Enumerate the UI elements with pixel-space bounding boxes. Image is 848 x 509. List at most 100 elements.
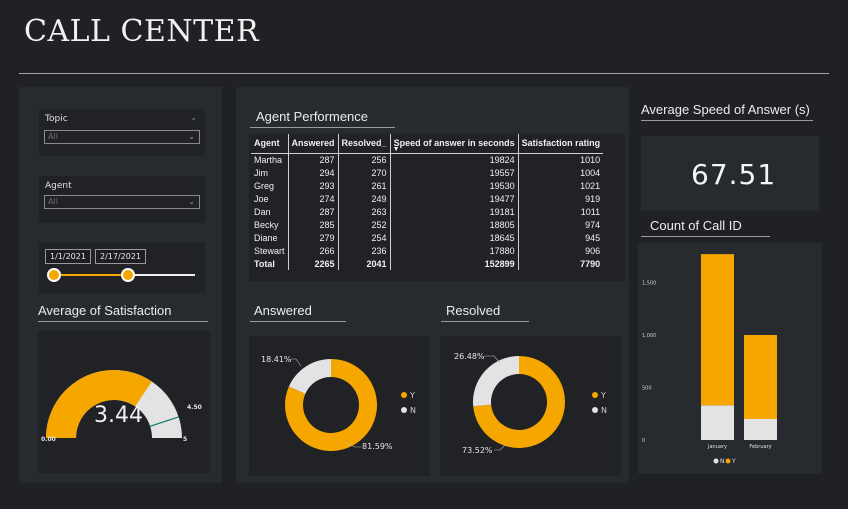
chevron-down-icon: ⌄ <box>188 197 195 206</box>
table-cell: Jim <box>251 166 289 179</box>
table-cell: 252 <box>338 218 391 231</box>
table-total-cell: 152899 <box>390 257 519 270</box>
table-cell: 270 <box>338 166 391 179</box>
x-tick-label: January <box>707 444 727 450</box>
table-cell: 19824 <box>390 153 519 166</box>
agent-slicer: Agent All ⌄ <box>39 176 205 223</box>
date-slider-fill <box>53 274 129 276</box>
table-cell: 1011 <box>580 206 601 217</box>
table-cell: 1021 <box>580 180 601 191</box>
table-cell: 19181 <box>390 205 519 218</box>
call-count-bar-chart: 0 500 1,000 1,500 January February N Y <box>642 254 777 465</box>
y-tick-label: 1,000 <box>642 333 656 339</box>
gauge-max-label: 5 <box>183 436 188 443</box>
table-cell: 287 <box>288 205 339 218</box>
table-cell: 279 <box>288 231 339 244</box>
column-header-speed-label: Speed of answer in seconds <box>393 138 515 148</box>
topic-slicer: Topic ⌄ All ⌄ <box>39 109 205 156</box>
column-header-answered[interactable]: Answered <box>288 134 339 154</box>
agent-dropdown[interactable]: All ⌄ <box>44 195 200 209</box>
resolved-legend-y-label: Y <box>601 391 606 400</box>
table-cell: 18805 <box>390 218 519 231</box>
answered-donut-n-slice[interactable] <box>288 359 331 394</box>
bar-y-january[interactable] <box>701 254 734 406</box>
column-header-speed[interactable]: Speed of answer in seconds ▼ <box>390 134 519 154</box>
sort-descending-icon[interactable]: ▼ <box>393 146 400 153</box>
table-cell: 256 <box>338 153 391 166</box>
table-total-cell: Total <box>251 257 289 270</box>
legend-n-dot[interactable] <box>713 458 719 464</box>
table-cell: Stewart <box>251 244 289 257</box>
table-cell: 263 <box>338 205 391 218</box>
topic-dropdown[interactable]: All ⌄ <box>44 130 200 144</box>
agent-performance-card: Agent Answered Resolved_ Speed of answer… <box>249 134 625 281</box>
satisfaction-card: 3.44 0.00 5 4.50 <box>38 331 210 473</box>
table-total-cell: 7790 <box>580 258 601 269</box>
speed-card: 67.51 <box>641 136 819 211</box>
table-cell: 17880 <box>390 244 519 257</box>
resolved-y-pct: 73.52% <box>462 446 493 455</box>
legend-y-dot[interactable] <box>725 458 731 464</box>
y-tick-label: 0 <box>642 438 645 444</box>
table-cell: 919 <box>585 193 601 204</box>
topic-label: Topic <box>45 114 68 124</box>
agent-label: Agent <box>45 181 72 191</box>
legend-n-dot <box>592 407 598 413</box>
bar-n-february[interactable] <box>744 419 777 440</box>
title-divider <box>19 73 829 74</box>
table-row[interactable]: Diane 279 254 18645 945 <box>251 231 603 244</box>
table-cell: 254 <box>338 231 391 244</box>
column-header-agent[interactable]: Agent <box>251 134 289 154</box>
table-cell: Joe <box>251 192 289 205</box>
satisfaction-gauge <box>46 370 182 438</box>
table-cell: 236 <box>338 244 391 257</box>
table-row[interactable]: Dan 287 263 19181 1011 <box>251 205 603 218</box>
table-cell: 285 <box>288 218 339 231</box>
date-slider-end-handle[interactable] <box>121 268 136 282</box>
agent-performance-table: Agent Answered Resolved_ Speed of answer… <box>251 134 604 270</box>
table-cell: 266 <box>288 244 339 257</box>
resolved-legend-n[interactable]: N <box>592 406 607 415</box>
bar-n-january[interactable] <box>701 405 734 440</box>
table-row[interactable]: Greg 293 261 19530 1021 <box>251 179 603 192</box>
column-header-satisfaction[interactable]: Satisfaction rating <box>518 134 604 154</box>
table-row[interactable]: Jim 294 270 19557 1004 <box>251 166 603 179</box>
table-cell: 19477 <box>390 192 519 205</box>
answered-n-leader-line <box>291 358 302 367</box>
table-cell: Greg <box>251 179 289 192</box>
speed-title: Average Speed of Answer (s) <box>641 102 813 121</box>
y-tick-label: 500 <box>642 386 652 392</box>
date-slider-start-handle[interactable] <box>47 268 61 282</box>
table-cell: 294 <box>288 166 339 179</box>
chevron-down-icon: ⌄ <box>188 132 195 141</box>
date-slicer: 1/1/2021 2/17/2021 <box>39 242 205 293</box>
table-cell: 945 <box>585 232 601 243</box>
column-header-resolved[interactable]: Resolved_ <box>338 134 391 154</box>
bar-y-february[interactable] <box>744 335 777 419</box>
table-total-cell: 2041 <box>338 257 391 270</box>
gauge-min-label: 0.00 <box>41 436 56 443</box>
chevron-up-icon[interactable]: ⌄ <box>190 113 197 122</box>
legend-y-label: Y <box>731 458 736 465</box>
end-date-input[interactable]: 2/17/2021 <box>95 249 147 264</box>
table-cell: 19557 <box>390 166 519 179</box>
start-date-input[interactable]: 1/1/2021 <box>45 249 91 264</box>
resolved-legend-y[interactable]: Y <box>592 391 606 400</box>
table-row[interactable]: Joe 274 249 19477 919 <box>251 192 603 205</box>
table-row[interactable]: Stewart 266 236 17880 906 <box>251 244 603 257</box>
middle-panel: Agent Performence Agent Answered Resolve… <box>236 87 629 483</box>
table-cell: 274 <box>288 192 339 205</box>
table-header-row: Agent Answered Resolved_ Speed of answer… <box>251 134 604 154</box>
gauge-target-label: 4.50 <box>187 404 202 411</box>
call-count-card: 0 500 1,000 1,500 January February N Y <box>638 243 822 474</box>
table-row[interactable]: Martha 287 256 19824 1010 <box>251 153 603 166</box>
answered-legend-n[interactable]: N <box>401 406 416 415</box>
table-row[interactable]: Becky 285 252 18805 974 <box>251 218 603 231</box>
agent-dropdown-value: All <box>48 197 58 206</box>
answered-legend-y[interactable]: Y <box>401 391 415 400</box>
table-cell: 1004 <box>580 167 601 178</box>
speed-value: 67.51 <box>691 158 777 191</box>
table-cell: 1010 <box>580 154 601 165</box>
resolved-donut-n-slice[interactable] <box>473 356 519 407</box>
table-cell: 974 <box>585 219 601 230</box>
